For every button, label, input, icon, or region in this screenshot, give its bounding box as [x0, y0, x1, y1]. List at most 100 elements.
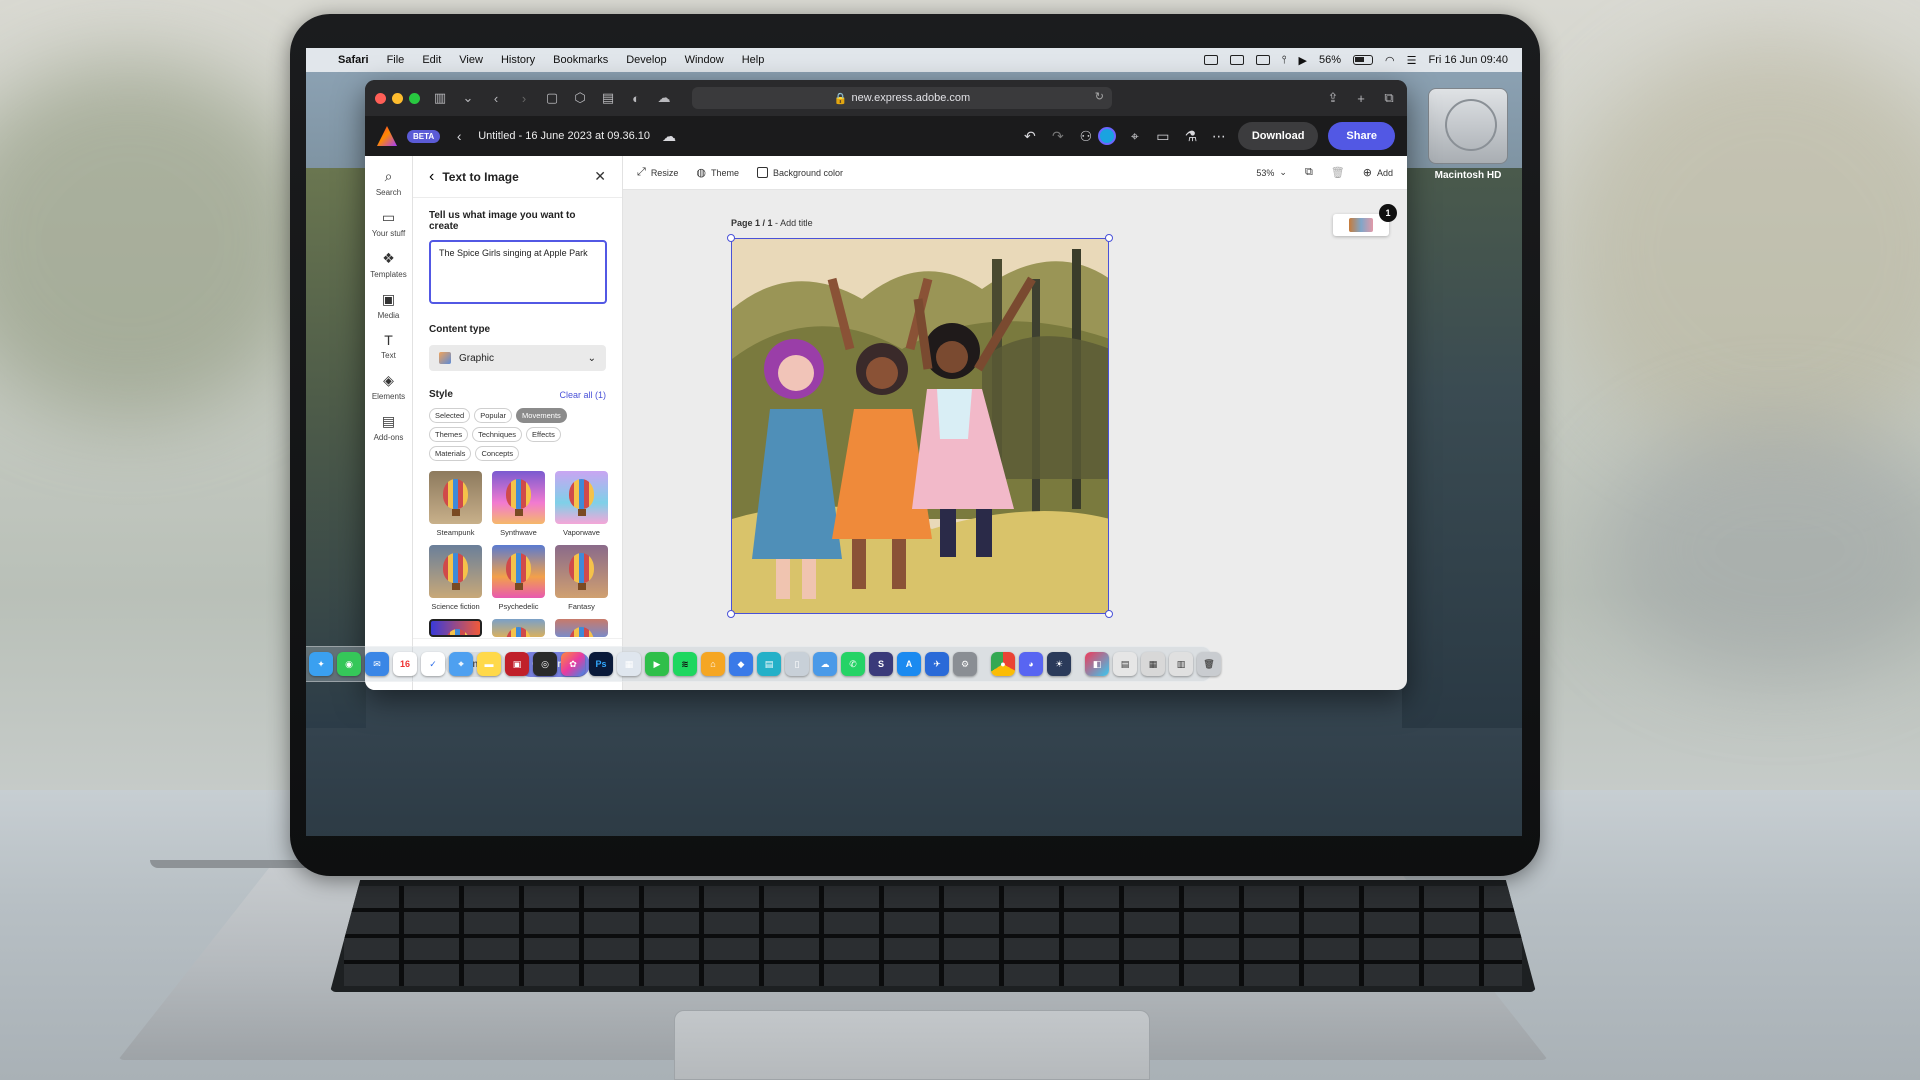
chip-selected[interactable]: Selected: [429, 408, 471, 423]
notes-icon[interactable]: ▬: [477, 652, 501, 676]
chip-themes[interactable]: Themes: [429, 427, 469, 442]
new-tab-icon[interactable]: +: [1353, 91, 1369, 106]
trash-icon[interactable]: 🗑: [1331, 166, 1345, 179]
menu-window[interactable]: Window: [685, 54, 724, 66]
rail-item-templates[interactable]: ❖ Templates: [370, 250, 406, 279]
folder-documents-icon[interactable]: ▤: [1113, 652, 1137, 676]
undo-icon[interactable]: ↶: [1021, 128, 1039, 145]
app-store-icon[interactable]: A: [897, 652, 921, 676]
testflight-icon[interactable]: ✈: [925, 652, 949, 676]
system-settings-icon[interactable]: ⚙: [953, 652, 977, 676]
chevron-down-icon[interactable]: ⌄: [460, 90, 476, 105]
spotify-icon[interactable]: ≋: [673, 652, 697, 676]
prompt-textarea[interactable]: The Spice Girls singing at Apple Park: [429, 240, 607, 304]
mail-icon[interactable]: ✉: [365, 652, 389, 676]
style-thumb-steampunk[interactable]: Steampunk: [429, 471, 482, 537]
whatsapp-icon[interactable]: ✆: [841, 652, 865, 676]
app-cube-icon[interactable]: ◧: [1085, 652, 1109, 676]
rail-item-search[interactable]: ⌕ Search: [376, 168, 401, 197]
back-chevron-icon[interactable]: ‹: [450, 128, 468, 144]
rail-item-your-stuff[interactable]: ▭ Your stuff: [372, 209, 405, 238]
tab-overview-icon[interactable]: ⧉: [1381, 90, 1397, 105]
rail-item-addons[interactable]: ▤ Add-ons: [374, 413, 404, 442]
app-teal-icon[interactable]: ▤: [757, 652, 781, 676]
avatar[interactable]: [1097, 127, 1116, 145]
resize-handle-top-right[interactable]: [1105, 234, 1113, 242]
app-gray-icon[interactable]: ▯: [785, 652, 809, 676]
menu-history[interactable]: History: [501, 54, 535, 66]
style-thumb-vaporwave[interactable]: Vaporwave: [555, 471, 608, 537]
menu-edit[interactable]: Edit: [422, 54, 441, 66]
style-thumb-partial-3[interactable]: [555, 619, 608, 637]
folder-downloads-icon[interactable]: ▥: [1169, 652, 1193, 676]
slack-icon[interactable]: S: [869, 652, 893, 676]
control-center-icon[interactable]: ☰: [1407, 54, 1417, 67]
menu-view[interactable]: View: [459, 54, 483, 66]
chip-concepts[interactable]: Concepts: [475, 446, 520, 461]
resize-button[interactable]: ⤢ Resize: [637, 166, 678, 179]
calendar-icon[interactable]: 16: [393, 652, 417, 676]
adobe-express-logo-icon[interactable]: [377, 126, 397, 146]
pages-icon[interactable]: ⧉: [1305, 166, 1313, 179]
style-thumb-psychedelic[interactable]: Psychedelic: [492, 545, 545, 611]
style-thumb-partial-1[interactable]: [429, 619, 482, 637]
chip-popular[interactable]: Popular: [474, 408, 513, 423]
extension-js-icon[interactable]: ▢: [544, 90, 560, 105]
zoom-window-button[interactable]: [409, 92, 420, 104]
menubar-display-icon[interactable]: [1229, 55, 1244, 65]
comment-icon[interactable]: ▭: [1154, 128, 1172, 145]
app-blue-icon[interactable]: ◆: [729, 652, 753, 676]
menu-file[interactable]: File: [387, 54, 405, 66]
invite-user-icon[interactable]: ⚇: [1077, 128, 1095, 145]
collaborators[interactable]: ⚇: [1077, 127, 1116, 145]
reload-icon[interactable]: ↻: [1095, 90, 1104, 103]
chip-techniques[interactable]: Techniques: [472, 427, 523, 442]
address-bar[interactable]: 🔒 new.express.adobe.com ↻: [692, 87, 1112, 109]
menubar-play-icon[interactable]: ▶: [1299, 54, 1307, 67]
theme-button[interactable]: ◍ Theme: [696, 166, 739, 179]
menu-develop[interactable]: Develop: [626, 54, 666, 66]
facetime-icon[interactable]: ▶: [645, 652, 669, 676]
menubar-messages-icon[interactable]: [1255, 55, 1270, 65]
add-page-button[interactable]: ⊕ Add: [1363, 166, 1393, 179]
chip-materials[interactable]: Materials: [429, 446, 472, 461]
extension-cube-icon[interactable]: ⬡: [572, 90, 588, 105]
add-title-link[interactable]: Add title: [780, 218, 813, 228]
generated-image-artboard[interactable]: [731, 238, 1109, 614]
share-page-icon[interactable]: ⇪: [1325, 90, 1341, 105]
close-icon[interactable]: ✕: [594, 168, 606, 185]
forward-icon[interactable]: ›: [516, 91, 532, 106]
photos-icon[interactable]: ✿: [561, 652, 585, 676]
zoom-dropdown[interactable]: 53% ⌄: [1256, 167, 1287, 178]
content-type-select[interactable]: Graphic ⌄: [429, 345, 606, 371]
more-icon[interactable]: ⋯: [1210, 128, 1228, 145]
style-thumb-partial-2[interactable]: [492, 619, 545, 637]
share-button[interactable]: Share: [1328, 122, 1395, 150]
background-color-button[interactable]: Background color: [756, 167, 843, 178]
battery-icon[interactable]: [1353, 55, 1374, 65]
style-thumb-fantasy[interactable]: Fantasy: [555, 545, 608, 611]
privacy-shield-icon[interactable]: ◐: [628, 91, 644, 106]
home-icon[interactable]: ⌂: [701, 652, 725, 676]
trash-icon[interactable]: 🗑: [1197, 652, 1221, 676]
maps-icon[interactable]: ⌖: [449, 652, 473, 676]
weather-icon[interactable]: ☁: [813, 652, 837, 676]
document-title[interactable]: Untitled - 16 June 2023 at 09.36.10: [478, 130, 650, 142]
flask-icon[interactable]: ⚗: [1182, 128, 1200, 145]
redo-icon[interactable]: ↷: [1049, 128, 1067, 145]
menu-bookmarks[interactable]: Bookmarks: [553, 54, 608, 66]
rail-item-elements[interactable]: ◈ Elements: [372, 372, 405, 401]
menubar-glasses-icon[interactable]: [1203, 55, 1218, 65]
app-dark-icon[interactable]: ◎: [533, 652, 557, 676]
style-thumb-synthwave[interactable]: Synthwave: [492, 471, 545, 537]
discord-icon[interactable]: ◕: [1019, 652, 1043, 676]
menu-help[interactable]: Help: [742, 54, 765, 66]
rail-item-media[interactable]: ▣ Media: [378, 291, 400, 320]
rail-item-text[interactable]: T Text: [381, 332, 396, 360]
reminders-icon[interactable]: ✓: [421, 652, 445, 676]
app-red-icon[interactable]: ▣: [505, 652, 529, 676]
preview-icon[interactable]: ▦: [617, 652, 641, 676]
icloud-icon[interactable]: ☁: [656, 90, 672, 105]
photoshop-icon[interactable]: Ps: [589, 652, 613, 676]
macintosh-hd-icon[interactable]: Macintosh HD: [1420, 88, 1516, 181]
